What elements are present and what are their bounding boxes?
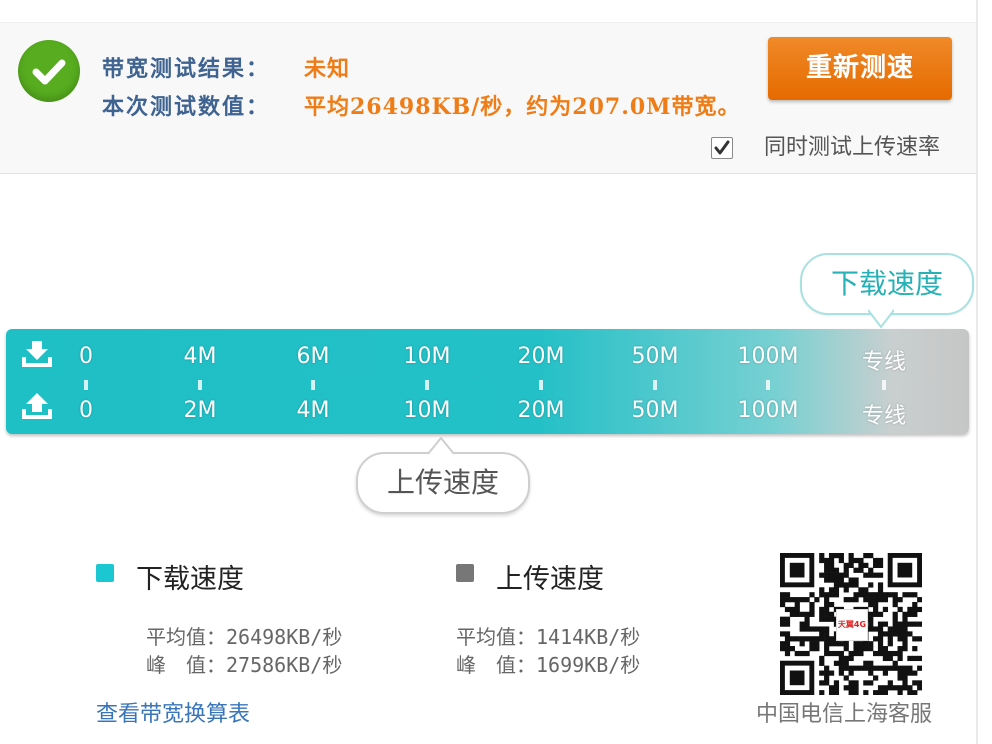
download-average: 平均值：26498KB/秒: [146, 625, 343, 649]
scale-tick-mark: [766, 380, 770, 390]
download-peak: 峰 值：27586KB/秒: [146, 653, 343, 677]
download-tick-label: 10M: [403, 344, 451, 369]
upload-tick-label: 2M: [183, 398, 217, 423]
scale-tick-mark: [311, 380, 315, 390]
upload-tick-label: 20M: [517, 398, 565, 423]
upload-average: 平均值：1414KB/秒: [456, 625, 641, 649]
download-speed-bubble: 下载速度: [800, 253, 974, 315]
download-legend-title: 下载速度: [136, 564, 244, 595]
qr-caption: 中国电信上海客服: [756, 702, 933, 727]
upload-test-label: 同时测试上传速率: [764, 135, 941, 160]
right-divider: [976, 0, 978, 744]
download-tick-label: 50M: [631, 344, 679, 369]
download-tick-label: 0: [79, 344, 93, 369]
measurement-value: 平均26498KB/秒，约为207.0M带宽。: [304, 94, 741, 120]
download-tick-label: 6M: [296, 344, 330, 369]
upload-test-checkbox[interactable]: [711, 137, 733, 159]
upload-peak: 峰 值：1699KB/秒: [456, 653, 641, 677]
qr-code: 天翼4G: [780, 553, 923, 696]
upload-tick-label: 100M: [737, 398, 799, 423]
success-check-icon: [18, 40, 80, 102]
retest-button[interactable]: 重新测速: [768, 37, 952, 100]
download-legend-swatch: [96, 564, 114, 582]
download-tick-label: 100M: [737, 344, 799, 369]
upload-tick-label: 4M: [296, 398, 330, 423]
upload-legend-title: 上传速度: [496, 564, 604, 595]
upload-speed-bubble: 上传速度: [356, 452, 530, 514]
download-tick-label: 20M: [517, 344, 565, 369]
download-bubble-pointer: [868, 309, 894, 329]
upload-tick-label: 10M: [403, 398, 451, 423]
scale-tick-mark: [425, 380, 429, 390]
checkmark-icon: [714, 140, 730, 155]
scale-tick-mark: [84, 380, 88, 390]
measurement-label: 本次测试数值：: [102, 94, 271, 120]
upload-tick-label: 50M: [631, 398, 679, 423]
scale-tick-mark: [653, 380, 657, 390]
download-tick-label: 专线: [861, 350, 906, 375]
upload-tick-label: 0: [79, 398, 93, 423]
scale-tick-mark: [882, 380, 886, 390]
scale-tick-mark: [198, 380, 202, 390]
speed-scale-bar: 0 0 4M 2M 6M 4M 10M 10M 20M 20M 50M 50M 100M 100M 专线 专线: [6, 329, 969, 434]
download-tick-label: 4M: [183, 344, 217, 369]
upload-bubble-pointer: [428, 437, 454, 455]
scale-tick-mark: [539, 380, 543, 390]
bandwidth-conversion-link[interactable]: 查看带宽换算表: [96, 696, 250, 728]
result-label: 带宽测试结果：: [102, 56, 271, 82]
upload-legend-swatch: [456, 564, 474, 582]
result-value: 未知: [304, 56, 351, 82]
qr-center-logo: 天翼4G: [836, 609, 868, 641]
upload-tick-label: 专线: [861, 404, 906, 429]
